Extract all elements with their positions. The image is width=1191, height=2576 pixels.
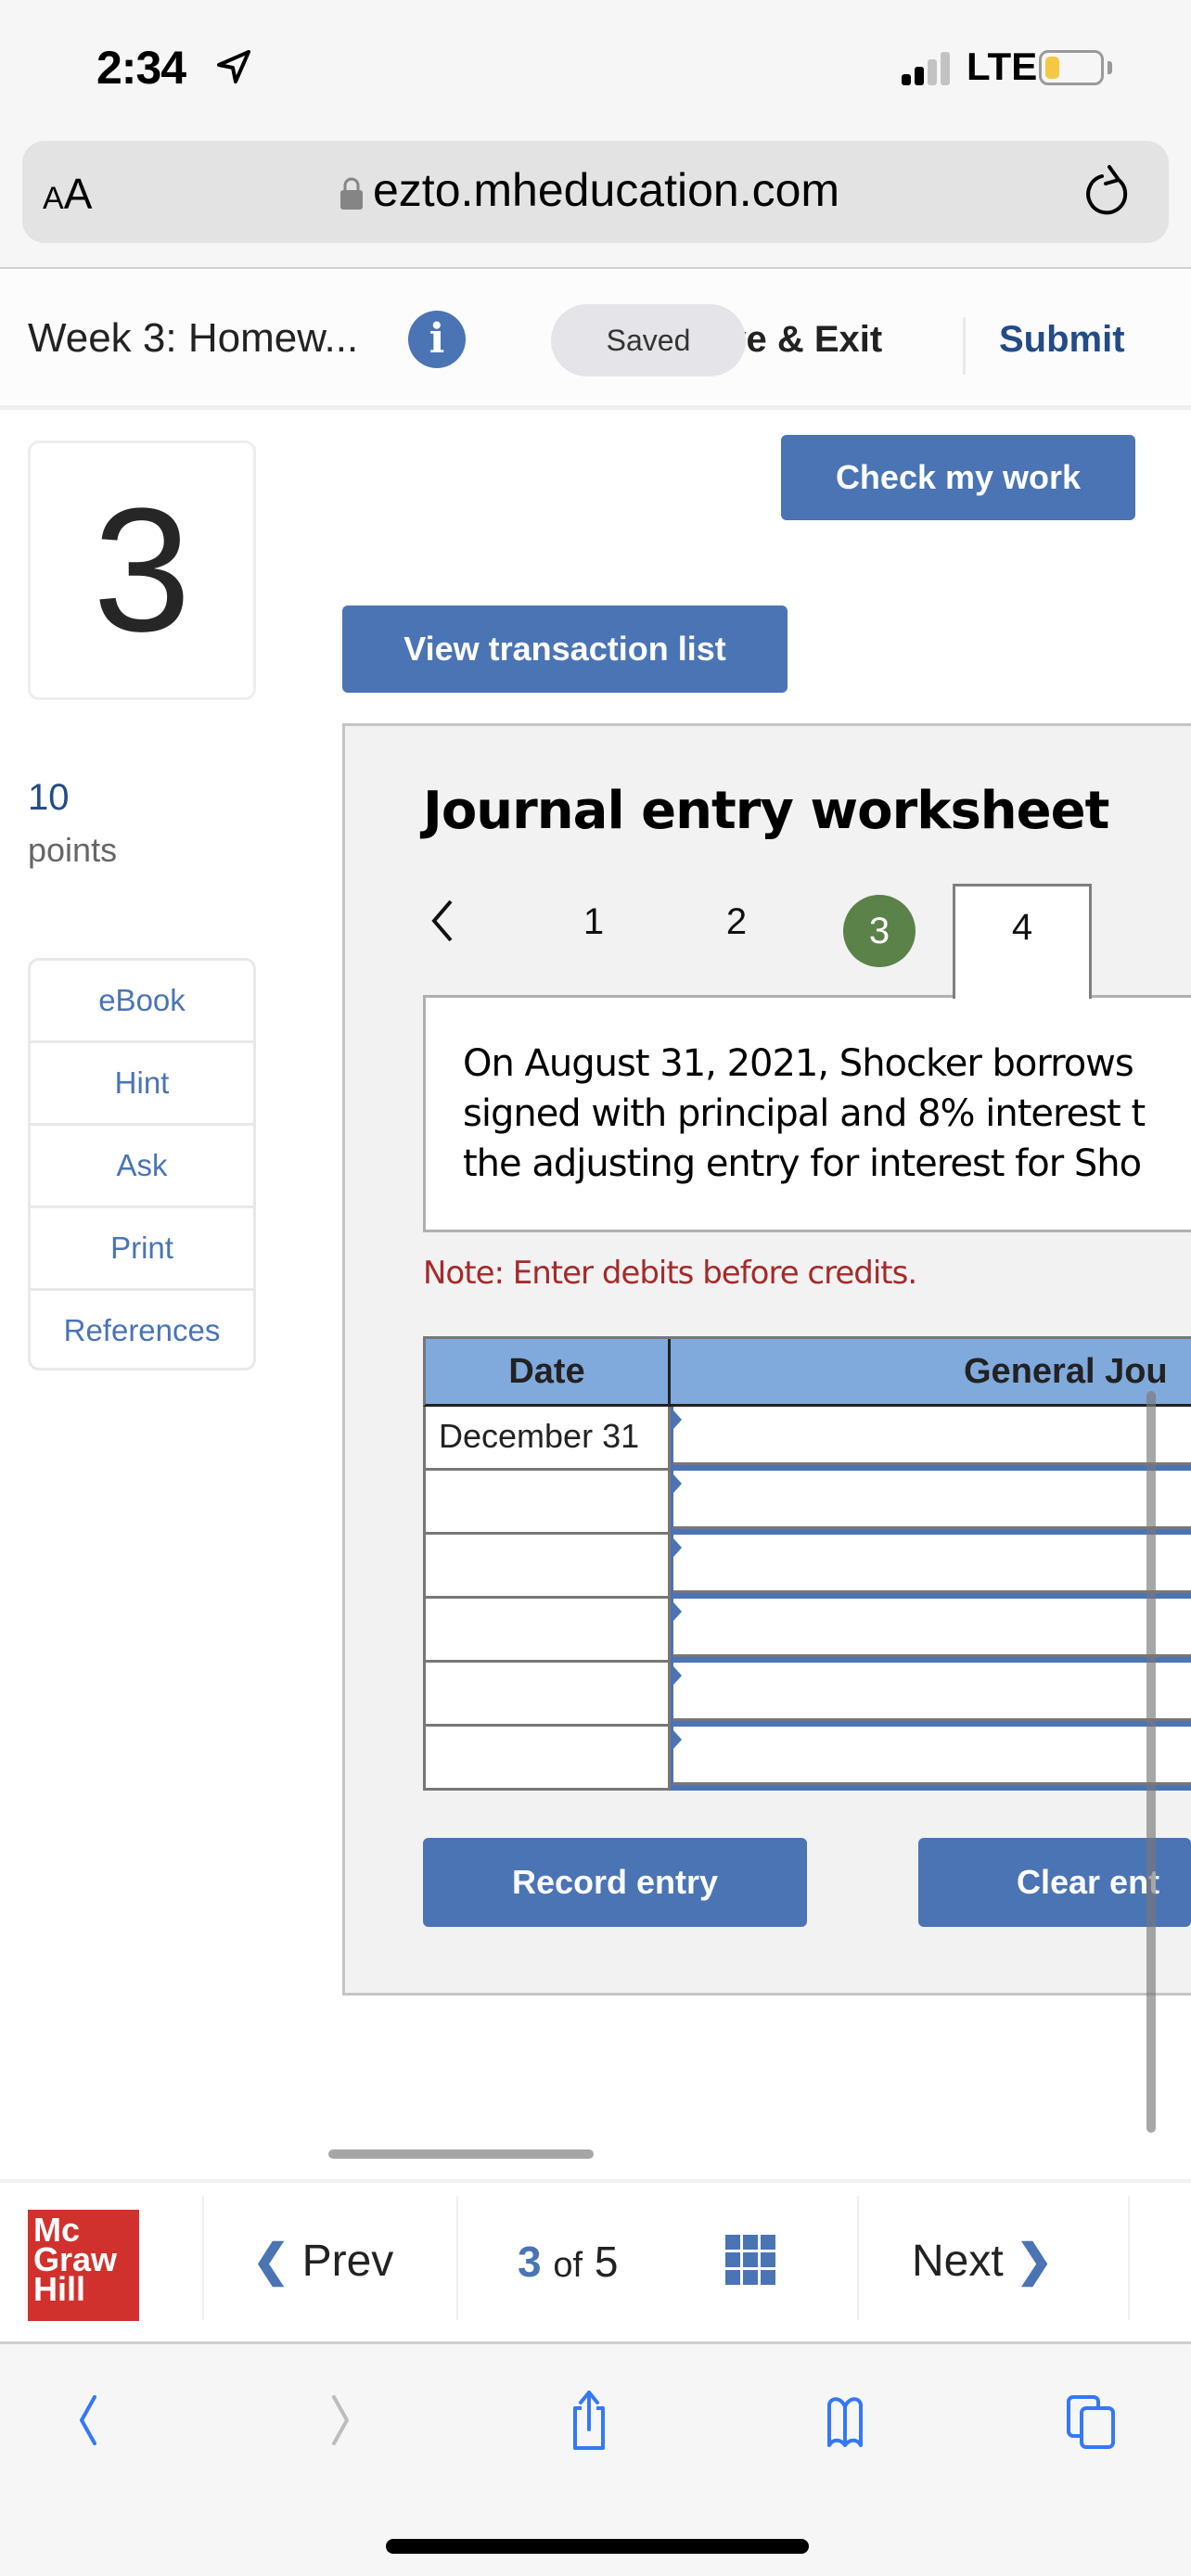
total-pages: 5 <box>594 2238 619 2286</box>
check-my-work-button[interactable]: Check my work <box>781 435 1135 520</box>
points-label: points <box>28 831 118 869</box>
battery-level <box>1045 57 1059 79</box>
tabs-icon[interactable] <box>1063 2388 1128 2453</box>
next-question-button[interactable]: Next ❯ <box>912 2235 1053 2287</box>
battery-tip <box>1108 61 1112 74</box>
tool-hint[interactable]: Hint <box>31 1043 253 1126</box>
bookmarks-icon[interactable] <box>813 2388 877 2453</box>
worksheet-prev-icon[interactable] <box>429 898 456 944</box>
journal-table-header: Date General Jou <box>423 1336 1191 1407</box>
forward-icon[interactable] <box>306 2388 371 2453</box>
dropdown-marker-icon <box>673 1410 682 1429</box>
nav-divider <box>1128 2196 1130 2320</box>
text-size-large-a: A <box>63 170 93 218</box>
home-indicator <box>386 2539 809 2554</box>
tool-ask[interactable]: Ask <box>31 1126 253 1208</box>
account-select[interactable] <box>671 1535 1191 1599</box>
saved-toast: Saved <box>551 304 746 376</box>
back-icon[interactable] <box>58 2388 122 2453</box>
page-of-label: of <box>553 2246 583 2285</box>
account-select[interactable] <box>671 1407 1191 1471</box>
chevron-right-icon: ❯ <box>1016 2237 1054 2286</box>
table-row <box>423 1471 1191 1535</box>
date-cell <box>423 1599 671 1663</box>
vertical-scrollbar[interactable] <box>1146 1391 1156 2133</box>
table-row <box>423 1727 1191 1791</box>
column-header-date: Date <box>426 1339 671 1404</box>
status-time: 2:34 <box>96 42 186 94</box>
dropdown-marker-icon <box>673 1538 682 1557</box>
step-tab-4-active[interactable]: 4 <box>953 884 1092 999</box>
mcgraw-hill-logo: Mc Graw Hill <box>28 2210 139 2321</box>
reload-icon[interactable] <box>1082 163 1135 219</box>
prev-label: Prev <box>301 2237 394 2286</box>
battery-icon <box>1039 50 1104 85</box>
header-divider <box>963 317 966 375</box>
date-cell: December 31 <box>423 1407 671 1471</box>
dropdown-marker-icon <box>673 1474 682 1493</box>
tool-references[interactable]: References <box>31 1291 253 1368</box>
date-cell <box>423 1663 671 1727</box>
tool-print[interactable]: Print <box>31 1208 253 1291</box>
step-tab-3-completed[interactable]: 3 <box>843 895 916 967</box>
info-icon[interactable]: i <box>408 311 466 368</box>
points-value: 10 <box>28 777 70 818</box>
account-select[interactable] <box>671 1471 1191 1535</box>
tool-ebook[interactable]: eBook <box>31 961 253 1043</box>
date-cell <box>423 1471 671 1535</box>
text-size-small-a: A <box>43 181 64 216</box>
dropdown-marker-icon <box>673 1730 682 1749</box>
page-indicator: 3 of 5 <box>518 2237 618 2287</box>
nav-divider <box>857 2196 859 2320</box>
share-icon[interactable] <box>557 2388 621 2453</box>
step-tab-4-label: 4 <box>1011 907 1033 948</box>
table-row <box>423 1599 1191 1663</box>
account-select[interactable] <box>671 1663 1191 1727</box>
view-transaction-list-button[interactable]: View transaction list <box>342 606 788 693</box>
chevron-left-icon: ❮ <box>252 2237 290 2286</box>
tools-menu: eBook Hint Ask Print References <box>28 958 256 1371</box>
entry-note: Note: Enter debits before credits. <box>423 1255 917 1292</box>
question-grid-icon[interactable] <box>725 2235 775 2285</box>
column-header-general-journal: General Jou <box>964 1352 1168 1391</box>
assignment-title[interactable]: Week 3: Homew... <box>28 315 358 362</box>
dropdown-marker-icon <box>673 1602 682 1621</box>
location-arrow-icon <box>217 50 250 83</box>
current-page: 3 <box>518 2238 542 2286</box>
logo-line: Hill <box>33 2270 86 2308</box>
text-size-button[interactable]: AA <box>43 169 92 219</box>
table-row <box>423 1663 1191 1727</box>
next-label: Next <box>912 2237 1004 2286</box>
date-cell <box>423 1727 671 1791</box>
url-text[interactable]: ezto.mheducation.com <box>373 163 839 217</box>
account-select[interactable] <box>671 1727 1191 1791</box>
record-entry-button[interactable]: Record entry <box>423 1838 807 1927</box>
step-tab-1[interactable]: 1 <box>566 901 621 943</box>
table-row: December 31 <box>423 1407 1191 1471</box>
network-type: LTE <box>967 45 1038 88</box>
submit-button[interactable]: Submit <box>999 319 1125 361</box>
prev-question-button[interactable]: ❮ Prev <box>252 2235 393 2287</box>
table-row <box>423 1535 1191 1599</box>
date-cell <box>423 1535 671 1599</box>
signal-strength-icon <box>902 48 957 85</box>
dropdown-marker-icon <box>673 1666 682 1685</box>
step-tab-2[interactable]: 2 <box>709 901 764 943</box>
problem-statement-box: On August 31, 2021, Shocker borrows sign… <box>423 995 1191 1232</box>
worksheet-title: Journal entry worksheet <box>423 781 1109 841</box>
horizontal-scrollbar[interactable] <box>328 2149 594 2159</box>
nav-divider <box>202 2196 204 2320</box>
lock-icon <box>340 177 363 210</box>
problem-text: On August 31, 2021, Shocker borrows sign… <box>463 1042 1146 1185</box>
question-number: 3 <box>93 472 191 669</box>
account-select[interactable] <box>671 1599 1191 1663</box>
nav-divider <box>456 2196 458 2320</box>
